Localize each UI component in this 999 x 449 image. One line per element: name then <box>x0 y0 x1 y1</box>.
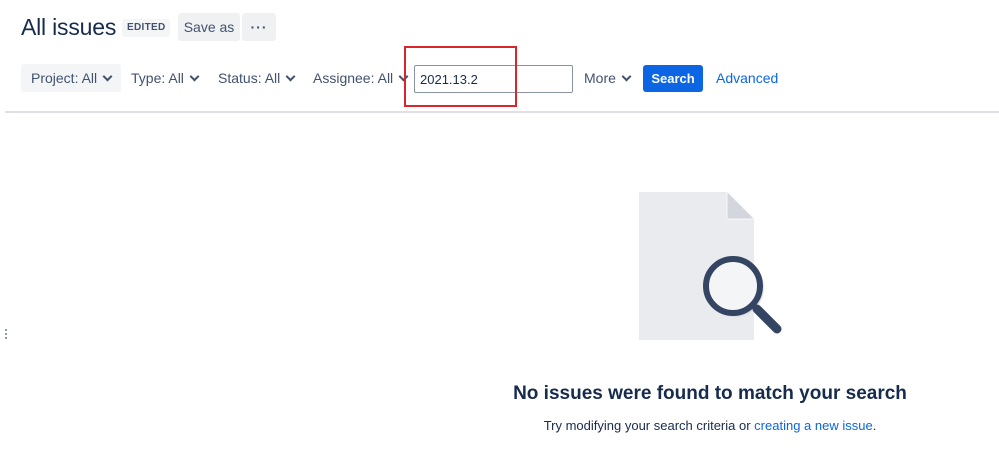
more-filter-label: More <box>584 70 616 86</box>
advanced-search-link[interactable]: Advanced <box>716 64 778 92</box>
empty-state-description: Try modifying your search criteria or cr… <box>400 418 999 433</box>
save-as-button[interactable]: Save as <box>178 13 240 41</box>
empty-state-title: No issues were found to match your searc… <box>513 383 907 404</box>
chevron-down-icon <box>621 71 632 82</box>
assignee-filter-label: Assignee: All <box>313 70 394 86</box>
search-input[interactable] <box>414 65 573 93</box>
type-filter-label: Type: All <box>131 70 184 86</box>
document-search-icon <box>639 192 782 340</box>
assignee-filter[interactable]: Assignee: All <box>303 64 417 92</box>
search-button[interactable]: Search <box>643 65 703 92</box>
status-filter[interactable]: Status: All <box>208 64 304 92</box>
edited-lozenge: EDITED <box>122 19 171 37</box>
panel-resize-handle[interactable] <box>5 329 8 343</box>
more-actions-button[interactable]: ··· <box>242 13 276 41</box>
create-issue-link[interactable]: creating a new issue <box>754 418 873 433</box>
type-filter[interactable]: Type: All <box>121 64 208 92</box>
chevron-down-icon <box>398 71 409 82</box>
empty-state-suffix: . <box>872 418 877 433</box>
more-filter[interactable]: More <box>574 64 640 92</box>
project-filter[interactable]: Project: All <box>21 64 122 92</box>
chevron-down-icon <box>102 71 113 82</box>
toolbar-divider <box>5 111 999 113</box>
empty-state-prefix: Try modifying your search criteria or <box>543 418 755 433</box>
status-filter-label: Status: All <box>218 70 281 86</box>
chevron-down-icon <box>285 71 296 82</box>
project-filter-label: Project: All <box>31 70 98 86</box>
page-title: All issues <box>21 14 117 40</box>
chevron-down-icon <box>189 71 200 82</box>
